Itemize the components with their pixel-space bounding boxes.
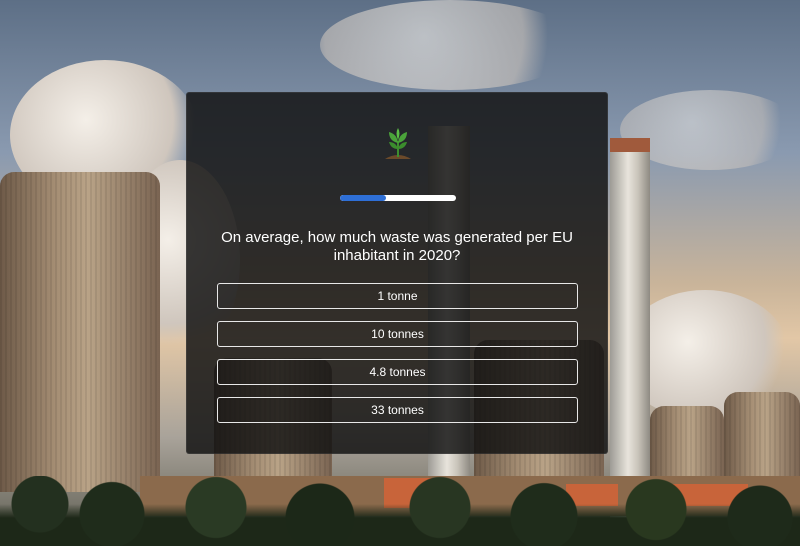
answer-list: 1 tonne 10 tonnes 4.8 tonnes 33 tonnes [217, 283, 578, 435]
answer-option-3[interactable]: 4.8 tonnes [217, 359, 578, 385]
answer-option-1[interactable]: 1 tonne [217, 283, 578, 309]
progress-bar [340, 195, 456, 201]
answer-option-2[interactable]: 10 tonnes [217, 321, 578, 347]
sprout-icon [385, 128, 411, 159]
answer-option-4[interactable]: 33 tonnes [217, 397, 578, 423]
quiz-panel: On average, how much waste was generated… [186, 92, 608, 454]
question-text: On average, how much waste was generated… [221, 229, 573, 264]
progress-fill [340, 195, 387, 201]
